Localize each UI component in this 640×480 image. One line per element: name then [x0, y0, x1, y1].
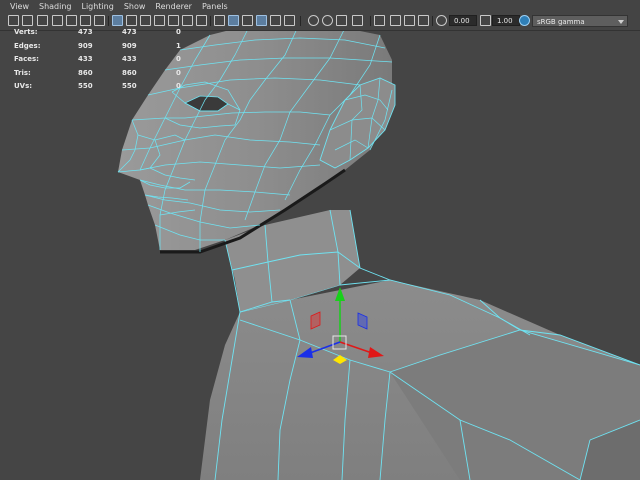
- field-chart-icon[interactable]: [126, 15, 137, 26]
- menu-panels[interactable]: Panels: [197, 0, 233, 13]
- hud-value: 860: [122, 68, 137, 77]
- motion-blur-icon[interactable]: [284, 15, 295, 26]
- depth-of-field-icon[interactable]: [322, 15, 333, 26]
- safe-title-icon[interactable]: [154, 15, 165, 26]
- hud-label: Faces:: [14, 55, 39, 64]
- xray-active-components-icon[interactable]: [374, 15, 385, 26]
- hud-row-edges: Edges: 909 909 1: [14, 42, 204, 56]
- hud-value: 0: [176, 55, 181, 64]
- safe-action-icon[interactable]: [140, 15, 151, 26]
- hud-row-faces: Faces: 433 433 0: [14, 55, 204, 69]
- resolution-gate-icon[interactable]: [94, 15, 105, 26]
- grid-icon[interactable]: [66, 15, 77, 26]
- hud-value: 0: [176, 68, 181, 77]
- hud-value: 909: [122, 41, 137, 50]
- menu-lighting[interactable]: Lighting: [76, 0, 118, 13]
- gate-mask-icon[interactable]: [112, 15, 123, 26]
- xray-joints-icon[interactable]: [390, 15, 401, 26]
- chevron-down-icon: [618, 20, 624, 24]
- menu-view[interactable]: View: [0, 0, 34, 13]
- gamma-icon[interactable]: [480, 15, 491, 26]
- poly-count-hud: Verts: 473 473 0 Edges: 909 909 1 Faces:…: [14, 28, 204, 96]
- exposure-field[interactable]: 0.00: [449, 15, 477, 26]
- color-space-label: sRGB gamma: [537, 18, 585, 26]
- hud-row-verts: Verts: 473 473 0: [14, 28, 204, 42]
- hud-value: 433: [122, 55, 137, 64]
- menu-show[interactable]: Show: [119, 0, 151, 13]
- hud-label: Tris:: [14, 68, 31, 77]
- xray-icon[interactable]: [352, 15, 363, 26]
- hud-value: 1: [176, 41, 181, 50]
- wireframe-on-shaded-icon[interactable]: [214, 15, 225, 26]
- viewport-panel[interactable]: View Shading Lighting Show Renderer Pane…: [0, 0, 640, 480]
- image-plane-icon[interactable]: [52, 15, 63, 26]
- torso-mesh[interactable]: [200, 279, 640, 480]
- wireframe-icon[interactable]: [168, 15, 179, 26]
- shadows-icon[interactable]: [256, 15, 267, 26]
- hud-value: 433: [78, 55, 93, 64]
- bookmark-icon[interactable]: [37, 15, 48, 26]
- hud-row-tris: Tris: 860 860 0: [14, 69, 204, 83]
- hud-value: 0: [176, 82, 181, 91]
- hud-value: 0: [176, 28, 181, 36]
- view-transform-icon[interactable]: [418, 15, 429, 26]
- panel-menu-bar: View Shading Lighting Show Renderer Pane…: [0, 0, 640, 13]
- anti-aliasing-icon[interactable]: [308, 15, 319, 26]
- isolate-select-icon[interactable]: [336, 15, 347, 26]
- hud-value: 473: [122, 28, 137, 36]
- camera-fit-icon[interactable]: [404, 15, 415, 26]
- smooth-shade-icon[interactable]: [182, 15, 193, 26]
- hud-label: Edges:: [14, 41, 41, 50]
- exposure-icon[interactable]: [436, 15, 447, 26]
- textured-icon[interactable]: [228, 15, 239, 26]
- hud-value: 550: [78, 82, 93, 91]
- film-gate-icon[interactable]: [80, 15, 91, 26]
- color-space-dropdown[interactable]: sRGB gamma: [532, 15, 628, 27]
- use-all-lights-icon[interactable]: [242, 15, 253, 26]
- hud-value: 473: [78, 28, 93, 36]
- screen-space-ao-icon[interactable]: [270, 15, 281, 26]
- hud-label: Verts:: [14, 28, 38, 36]
- hud-row-uvs: UVs: 550 550 0: [14, 82, 204, 96]
- hud-value: 860: [78, 68, 93, 77]
- gamma-field[interactable]: 1.00: [492, 15, 520, 26]
- color-management-icon[interactable]: [519, 15, 530, 26]
- hud-value: 550: [122, 82, 137, 91]
- hud-value: 909: [78, 41, 93, 50]
- camera-attributes-icon[interactable]: [22, 15, 33, 26]
- default-material-icon[interactable]: [196, 15, 207, 26]
- hud-label: UVs:: [14, 82, 33, 91]
- menu-shading[interactable]: Shading: [34, 0, 77, 13]
- menu-renderer[interactable]: Renderer: [150, 0, 197, 13]
- select-camera-icon[interactable]: [8, 15, 19, 26]
